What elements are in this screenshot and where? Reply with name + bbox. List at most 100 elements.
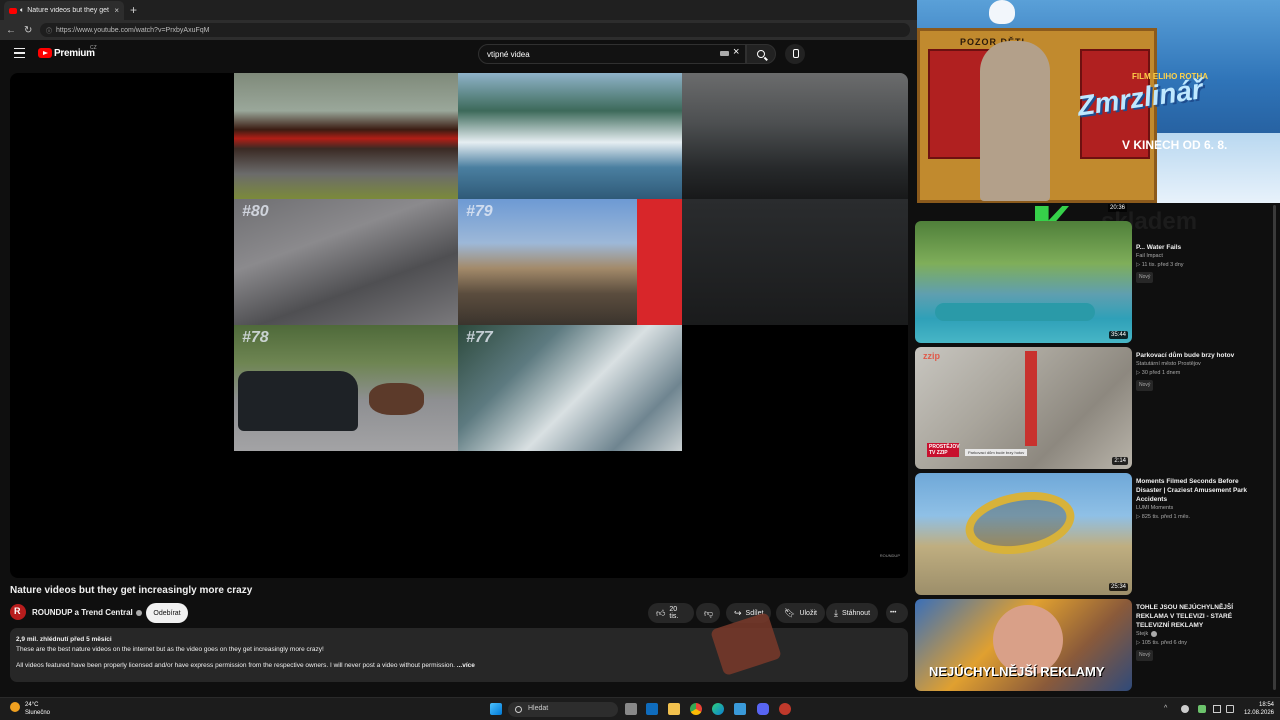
menu-icon[interactable] bbox=[14, 48, 25, 58]
recommendation-thumbnail[interactable]: 25:34 bbox=[915, 473, 1132, 595]
sun-icon[interactable] bbox=[10, 702, 20, 712]
recommendation-title[interactable]: TOHLE JSOU NEJÚCHYLNĚJŠÍ REKLAMA V TELEV… bbox=[1136, 603, 1266, 630]
back-icon[interactable]: ← bbox=[6, 25, 16, 36]
save-button[interactable]: 🔖︎ Uložit bbox=[776, 603, 825, 623]
recommendation-thumbnail[interactable]: zzip PROSTĚJOV TV ZZIP Parkovací dům bud… bbox=[915, 347, 1132, 469]
recommendation-meta: ▷ 11 tis. před 3 dny bbox=[1136, 262, 1184, 268]
ad-date: V KINECH OD 6. 8. bbox=[1122, 138, 1228, 152]
discord-icon[interactable] bbox=[757, 703, 769, 715]
tile-number: #78 bbox=[242, 329, 269, 346]
file-explorer-icon[interactable] bbox=[668, 703, 680, 715]
recommendation-info: Moments Filmed Seconds Before Disaster |… bbox=[1136, 477, 1266, 522]
cloud-icon[interactable] bbox=[1181, 705, 1189, 713]
boar-shape bbox=[369, 383, 424, 415]
speaker-icon[interactable]: 🔈︎ bbox=[20, 7, 24, 15]
mic-tray-icon[interactable] bbox=[1198, 705, 1206, 713]
browser-tab[interactable]: 🔈︎ Nature videos but they get in × bbox=[4, 1, 124, 20]
clock-date: 12.08.2026 bbox=[1243, 710, 1274, 716]
ride-wheel-shape bbox=[960, 483, 1080, 563]
download-button[interactable]: ⤓ Stáhnout bbox=[826, 603, 879, 623]
reload-icon[interactable]: ↻ bbox=[24, 25, 32, 36]
watermark: ROUNDUP bbox=[879, 553, 900, 558]
show-more-link[interactable]: ...více bbox=[457, 662, 475, 669]
voice-search-button[interactable] bbox=[785, 44, 805, 64]
search-button[interactable] bbox=[746, 44, 776, 64]
youtube-premium-logo[interactable]: Premium bbox=[54, 48, 95, 59]
recommendation-meta: ▷ 30 před 1 dnem bbox=[1136, 370, 1181, 376]
more-actions-button[interactable]: ••• bbox=[886, 603, 908, 623]
weather-temp: 24°C bbox=[25, 702, 39, 708]
duration-badge: 35:44 bbox=[1108, 331, 1128, 339]
caption-tag: PROSTĚJOV TV ZZIP bbox=[927, 443, 960, 457]
tab-close-icon[interactable]: × bbox=[114, 6, 119, 15]
new-badge: Nový bbox=[1136, 380, 1154, 391]
recommendation-item[interactable]: 25:34 Moments Filmed Seconds Before Disa… bbox=[915, 473, 1280, 595]
chrome-icon[interactable] bbox=[690, 703, 702, 715]
video-title: Nature videos but they get increasingly … bbox=[10, 585, 253, 596]
dislike-button[interactable]: 👎︎ bbox=[696, 603, 720, 623]
bookmark-icon: 🔖︎ bbox=[784, 607, 796, 618]
verified-icon bbox=[135, 609, 142, 616]
recommendation-title[interactable]: Moments Filmed Seconds Before Disaster |… bbox=[1136, 477, 1266, 504]
recommendation-item[interactable]: zzip PROSTĚJOV TV ZZIP Parkovací dům bud… bbox=[915, 347, 1280, 469]
thumbs-up-icon: 👍︎ bbox=[656, 607, 666, 618]
video-player[interactable]: #80 #79 #78 #77 ROUNDUP bbox=[10, 73, 908, 578]
channel-avatar[interactable] bbox=[10, 604, 26, 620]
channel-name[interactable]: ROUNDUP a Trend Central bbox=[32, 608, 142, 617]
recommendation-info: P... Water Fails Fail Impact ▷ 11 tis. p… bbox=[1136, 243, 1266, 283]
recommendation-item[interactable]: NEJÚCHYLNĚJŠÍ REKLAMY TOHLE JSOU NEJÚCHY… bbox=[915, 599, 1280, 691]
weather-widget[interactable]: 24°C Slunečno bbox=[25, 701, 50, 717]
recommendation-channel[interactable]: Stejk bbox=[1136, 630, 1266, 639]
recommendation-item[interactable]: 35:44 P... Water Fails Fail Impact ▷ 11 … bbox=[915, 221, 1280, 343]
keyboard-icon[interactable] bbox=[720, 51, 729, 56]
store-icon[interactable] bbox=[734, 703, 746, 715]
edge-icon[interactable] bbox=[712, 703, 724, 715]
ad-banner[interactable]: POZOR DĚTI FILM ELIHO ROTHA Zmrzlinář V … bbox=[917, 0, 1280, 203]
youtube-logo-icon[interactable] bbox=[38, 48, 52, 58]
search-input[interactable]: vtipné videa bbox=[478, 44, 746, 64]
recommendation-channel[interactable]: Statutární město Prostějov bbox=[1136, 360, 1266, 369]
youtube-header: Premium CZ vtipné videa × bbox=[0, 40, 917, 70]
zzip-logo: zzip bbox=[923, 351, 940, 361]
tile-number: #80 bbox=[242, 203, 269, 220]
task-view-icon[interactable] bbox=[625, 703, 637, 715]
recommendation-thumbnail[interactable]: 35:44 bbox=[915, 221, 1132, 343]
tile-number: #79 bbox=[466, 203, 493, 220]
download-icon: ⤓ bbox=[834, 607, 838, 618]
taskbar-search[interactable]: Hledat bbox=[508, 702, 618, 717]
recommendation-thumbnail[interactable]: NEJÚCHYLNĚJŠÍ REKLAMY bbox=[915, 599, 1132, 691]
clear-search-icon[interactable]: × bbox=[733, 46, 739, 58]
monitor-tray-icon[interactable] bbox=[1213, 705, 1221, 713]
youtube-favicon-icon bbox=[9, 7, 17, 14]
recommendation-info: TOHLE JSOU NEJÚCHYLNĚJŠÍ REKLAMA V TELEV… bbox=[1136, 603, 1266, 661]
new-tab-button[interactable]: + bbox=[130, 3, 137, 17]
recommendation-channel[interactable]: LUMI Moments bbox=[1136, 504, 1266, 513]
app-icon[interactable] bbox=[779, 703, 791, 715]
windows-start-icon[interactable] bbox=[490, 703, 502, 715]
tile-number: #77 bbox=[466, 329, 493, 346]
network-icon[interactable] bbox=[1226, 705, 1234, 713]
share-icon: ↪ bbox=[734, 607, 742, 618]
caption-text: Parkovací dům bude brzy hotov bbox=[965, 449, 1028, 456]
browser-tabbar: 🔈︎ Nature videos but they get in × + bbox=[0, 0, 917, 20]
description-text: All videos featured have been properly l… bbox=[16, 662, 455, 669]
address-bar[interactable]: ⓘ https://www.youtube.com/watch?v=PrxbyA… bbox=[40, 23, 910, 37]
recommendation-channel[interactable]: Fail Impact bbox=[1136, 252, 1266, 261]
download-label: Stáhnout bbox=[841, 609, 871, 617]
like-button[interactable]: 👍︎ 20 tis. bbox=[648, 603, 694, 623]
recommendation-title[interactable]: P... Water Fails bbox=[1136, 243, 1266, 252]
system-clock[interactable]: 18:54 12.08.2026 bbox=[1238, 701, 1274, 717]
tab-title: Nature videos but they get in bbox=[27, 7, 112, 14]
video-tile-80: #80 bbox=[234, 199, 458, 325]
region-code: CZ bbox=[90, 45, 97, 51]
tray-chevron-icon[interactable]: ^ bbox=[1164, 705, 1172, 713]
subscribe-button[interactable]: Odebírat bbox=[146, 603, 188, 623]
new-badge: Nový bbox=[1136, 272, 1154, 283]
like-count: 20 tis. bbox=[669, 606, 679, 620]
sidebar-scrollbar[interactable] bbox=[1273, 205, 1276, 690]
recommendation-title[interactable]: Parkovací dům bude brzy hotov bbox=[1136, 351, 1266, 360]
mail-icon[interactable] bbox=[646, 703, 658, 715]
description-line-2: All videos featured have been properly l… bbox=[16, 661, 902, 671]
thumbnail-text: NEJÚCHYLNĚJŠÍ REKLAMY bbox=[929, 664, 1105, 679]
site-info-icon[interactable]: ⓘ bbox=[46, 26, 52, 35]
